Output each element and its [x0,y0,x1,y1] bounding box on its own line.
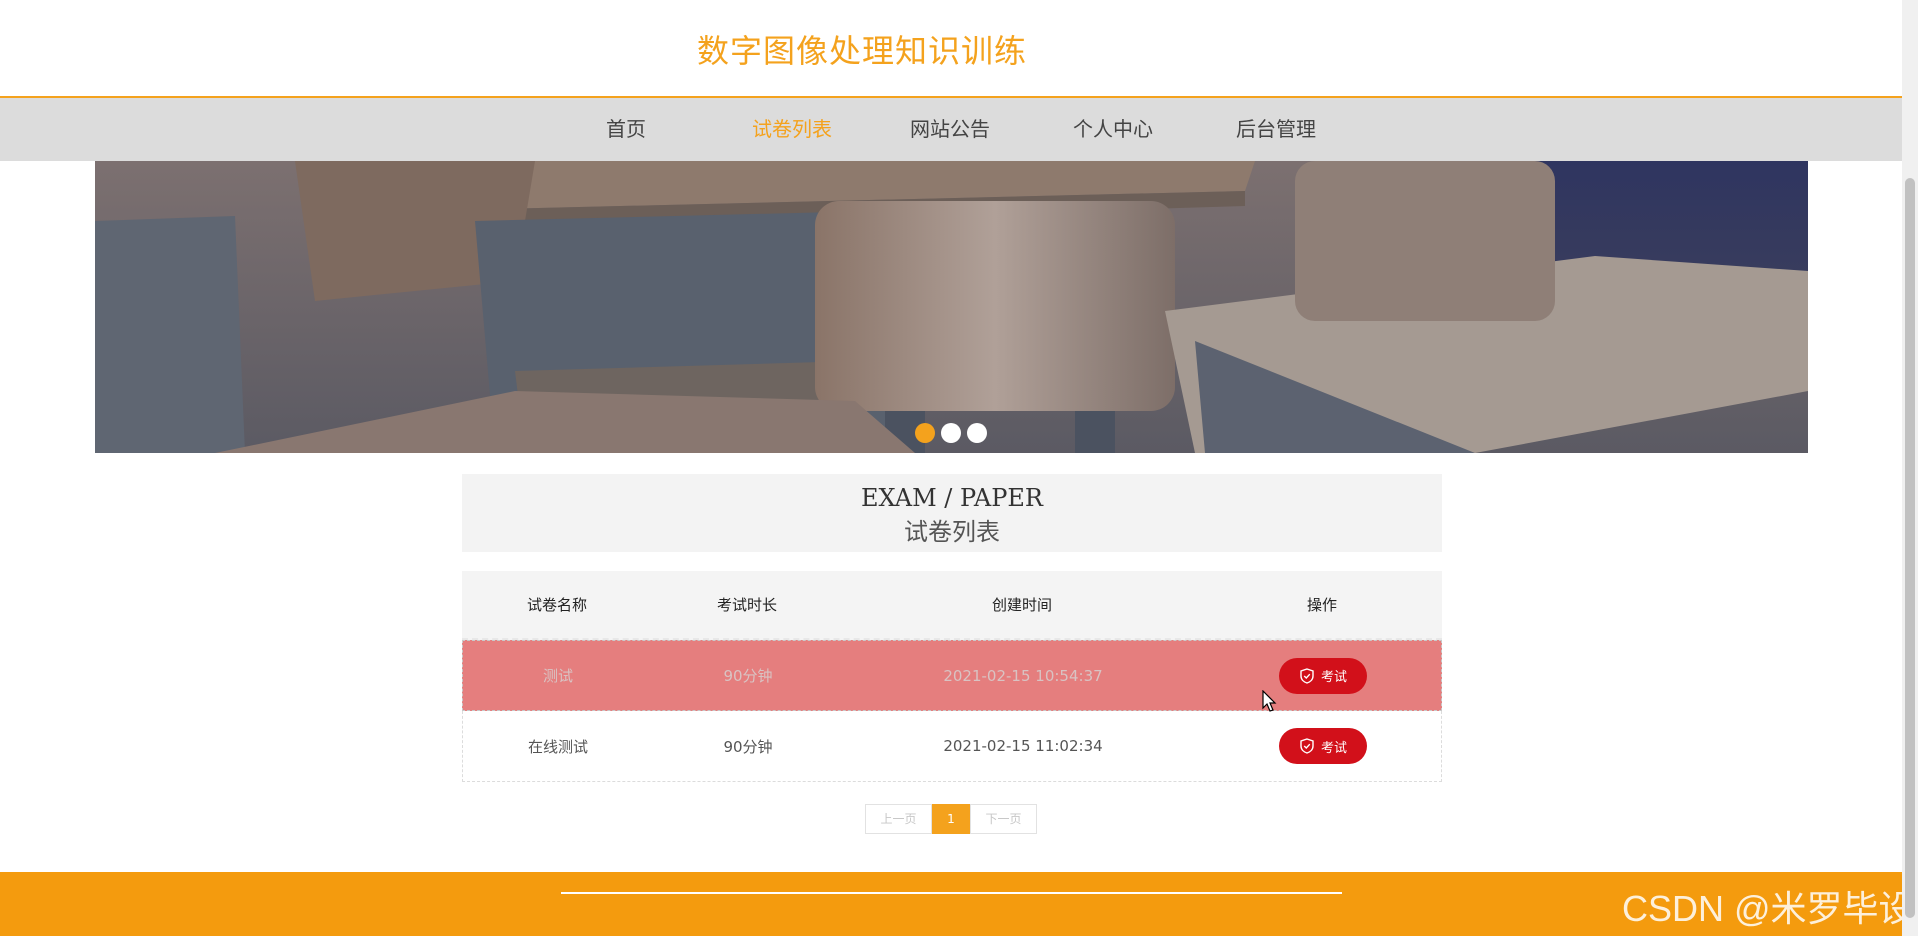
section-title-en: EXAM / PAPER [860,484,1043,512]
nav-item-admin[interactable]: 后台管理 [1226,98,1326,161]
exam-table: 试卷名称 考试时长 创建时间 操作 测试 90分钟 2021-02-15 10:… [462,571,1442,782]
footer-divider [561,892,1342,894]
scrollbar-thumb[interactable] [1905,178,1915,918]
section-title: EXAM / PAPER 试卷列表 [462,474,1442,552]
table-header: 试卷名称 考试时长 创建时间 操作 [462,571,1442,640]
take-exam-label: 考试 [1320,670,1347,685]
table-row[interactable]: 测试 90分钟 2021-02-15 10:54:37 考试 [462,640,1442,711]
exam-created: 2021-02-15 10:54:37 [943,666,1103,685]
carousel-dot-1[interactable] [915,423,935,443]
current-page-button[interactable]: 1 [932,804,970,834]
nav-item-personal-center[interactable]: 个人中心 [1063,98,1163,161]
pagination: 上一页 1 下一页 [865,804,1037,834]
exam-name: 测试 [542,667,573,685]
nav-item-home[interactable]: 首页 [585,98,667,161]
watermark: CSDN @米罗毕设 [1622,888,1915,929]
header-name: 试卷名称 [526,596,587,614]
site-header: 数字图像处理知识训练 [0,0,1902,98]
header-duration: 考试时长 [716,596,777,614]
shield-check-icon [1300,667,1314,684]
mouse-cursor-icon [1262,690,1277,712]
exam-duration: 90分钟 [723,737,773,756]
site-footer [0,872,1902,936]
exam-duration: 90分钟 [723,667,773,685]
take-exam-button[interactable]: 考试 [1279,657,1367,694]
take-exam-label: 考试 [1320,740,1347,756]
site-title: 数字图像处理知识训练 [697,32,1028,70]
action-cell: 考试 [1203,641,1443,710]
exam-name: 在线测试 [527,737,588,756]
take-exam-button[interactable]: 考试 [1279,728,1367,764]
vertical-scrollbar[interactable] [1902,0,1918,936]
next-page-button[interactable]: 下一页 [970,804,1037,834]
header-created: 创建时间 [991,596,1052,614]
prev-page-button[interactable]: 上一页 [865,804,932,834]
exam-created: 2021-02-15 11:02:34 [943,737,1103,755]
header-action: 操作 [1306,596,1337,614]
carousel-dot-2[interactable] [941,423,961,443]
page: 数字图像处理知识训练 首页 试卷列表 网站公告 个人中心 后台管理 EXAM /… [0,0,1918,936]
carousel-dot-3[interactable] [967,423,987,443]
nav-item-exam-list[interactable]: 试卷列表 [742,98,842,161]
nav-item-announcements[interactable]: 网站公告 [900,98,1000,161]
classroom-image [95,161,1808,453]
section-title-cn: 试卷列表 [904,518,1000,546]
shield-check-icon [1300,738,1314,754]
banner-carousel[interactable] [95,161,1808,453]
action-cell: 考试 [1203,711,1443,781]
main-nav: 首页 试卷列表 网站公告 个人中心 后台管理 [0,98,1902,161]
table-row[interactable]: 在线测试 90分钟 2021-02-15 11:02:34 考试 [462,711,1442,782]
